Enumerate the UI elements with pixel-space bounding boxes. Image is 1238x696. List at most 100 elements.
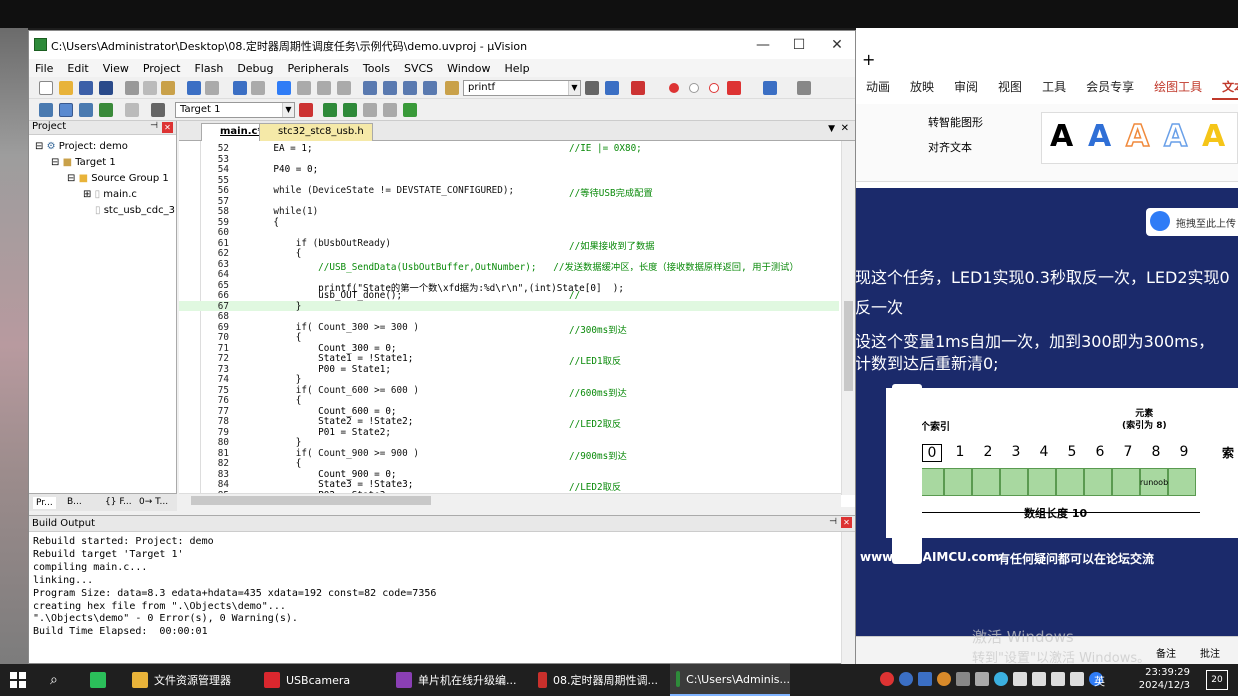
close-panel-icon[interactable]: ✕ — [841, 517, 852, 528]
text-style-gallery[interactable]: A A A A A — [1041, 112, 1238, 164]
close-button[interactable]: ✕ — [819, 33, 855, 57]
code-line[interactable]: 68 — [179, 311, 839, 322]
pack-installer-icon[interactable] — [383, 103, 397, 117]
indent-icon[interactable] — [363, 81, 377, 95]
wps-tab[interactable]: 视图 — [988, 76, 1032, 100]
select-packs-icon[interactable] — [363, 103, 377, 117]
code-line[interactable]: 81 if( Count_900 >= 900 )//900ms到达 — [179, 448, 839, 462]
comments-button[interactable]: 批注 — [1200, 645, 1220, 660]
code-line[interactable]: 53 — [179, 154, 839, 165]
code-line[interactable]: 55 — [179, 175, 839, 186]
start-button[interactable] — [10, 664, 26, 696]
taskbar-item[interactable]: C:\Users\Adminis... — [670, 664, 790, 696]
breakpoint-icon[interactable] — [669, 83, 679, 93]
menu-file[interactable]: File — [35, 62, 53, 75]
chevron-down-icon[interactable]: ▼ — [282, 103, 294, 117]
save-icon[interactable] — [79, 81, 93, 95]
undo-icon[interactable] — [187, 81, 201, 95]
target-select[interactable]: Target 1 ▼ — [175, 102, 295, 118]
code-line[interactable]: 54 P40 = 0; — [179, 164, 839, 175]
open-folder-icon[interactable] — [59, 81, 73, 95]
code-line[interactable]: 72 State1 = !State1;//LED1取反 — [179, 353, 839, 367]
code-line[interactable]: 74 } — [179, 374, 839, 385]
tree-target[interactable]: ⊟ ■ Target 1 — [51, 157, 116, 168]
code-line[interactable]: 70 { — [179, 332, 839, 343]
pin-icon[interactable]: ⊣ — [150, 121, 158, 131]
wps-tab[interactable]: 绘图工具 — [1144, 76, 1212, 100]
code-line[interactable]: 60 — [179, 227, 839, 238]
tree-group[interactable]: ⊟ ■ Source Group 1 — [67, 173, 169, 184]
taskbar-item[interactable]: USBcamera — [258, 664, 378, 696]
prev-bookmark-icon[interactable] — [297, 81, 311, 95]
download-icon[interactable] — [151, 103, 165, 117]
find-icon[interactable] — [585, 81, 599, 95]
menu-debug[interactable]: Debug — [237, 62, 273, 75]
new-file-icon[interactable] — [39, 81, 53, 95]
maximize-button[interactable]: ☐ — [781, 33, 817, 57]
code-line[interactable]: 61 if (bUsbOutReady)//如果接收到了数据 — [179, 238, 839, 252]
code-line[interactable]: 84 State3 = !State3;//LED2取反 — [179, 479, 839, 493]
window-layout-icon[interactable] — [763, 81, 777, 95]
disable-breakpoint-icon[interactable] — [689, 83, 699, 93]
code-line[interactable]: 63 //USB_SendData(UsbOutBuffer,OutNumber… — [179, 259, 839, 273]
menu-tools[interactable]: Tools — [363, 62, 390, 75]
tab-list-icon[interactable]: ▼ — [828, 124, 835, 134]
tab-functions[interactable]: {} F... — [105, 497, 132, 507]
nav-back-icon[interactable] — [233, 81, 247, 95]
pin-icon[interactable]: ⊣ — [829, 517, 837, 527]
paste-icon[interactable] — [161, 81, 175, 95]
code-line[interactable]: 79 P01 = State2; — [179, 427, 839, 438]
menu-edit[interactable]: Edit — [67, 62, 88, 75]
tab-templates[interactable]: 0→ T... — [139, 497, 168, 507]
stop-build-icon[interactable] — [125, 103, 139, 117]
text-style-a-orange[interactable]: A — [1125, 118, 1150, 155]
redo-icon[interactable] — [205, 81, 219, 95]
align-text-button[interactable]: 对齐文本 — [928, 139, 972, 155]
taskbar-item[interactable]: 文件资源管理器 — [126, 664, 246, 696]
start-debug-icon[interactable] — [631, 81, 645, 95]
incremental-find-icon[interactable] — [605, 81, 619, 95]
add-tab-icon[interactable]: + — [862, 50, 875, 69]
close-panel-icon[interactable]: ✕ — [162, 122, 173, 133]
code-line[interactable]: 78 State2 = !State2;//LED2取反 — [179, 416, 839, 430]
wps-tab-active[interactable]: 文本工具 — [1212, 76, 1238, 100]
menu-flash[interactable]: Flash — [194, 62, 223, 75]
code-line[interactable]: 57 — [179, 196, 839, 207]
code-line[interactable]: 80 } — [179, 437, 839, 448]
nav-forward-icon[interactable] — [251, 81, 265, 95]
code-line[interactable]: 65 printf("State的第一个数\xfd据为:%d\r\n",(int… — [179, 280, 839, 294]
tab-books[interactable]: B... — [67, 497, 82, 507]
wps-tab[interactable]: 动画 — [856, 76, 900, 100]
code-line[interactable]: 64 — [179, 269, 839, 280]
taskbar-pinned-app[interactable] — [90, 664, 112, 696]
input-language[interactable]: 英 — [1094, 673, 1105, 689]
code-line[interactable]: 73 P00 = State1; — [179, 364, 839, 375]
code-line[interactable]: 62 { — [179, 248, 839, 259]
chevron-down-icon[interactable]: ▼ — [568, 81, 580, 95]
menu-view[interactable]: View — [103, 62, 129, 75]
code-line[interactable]: 56 while (DeviceState != DEVSTATE_CONFIG… — [179, 185, 839, 199]
wps-tab[interactable]: 审阅 — [944, 76, 988, 100]
text-style-a-black[interactable]: A — [1050, 119, 1073, 154]
build-icon[interactable] — [59, 103, 73, 117]
text-style-a-outline[interactable]: A — [1163, 118, 1188, 155]
smart-art-button[interactable]: 转智能图形 — [928, 114, 983, 130]
scroll-thumb[interactable] — [191, 496, 431, 505]
code-line[interactable]: 75 if( Count_600 >= 600 )//600ms到达 — [179, 385, 839, 399]
bookmark-icon[interactable] — [277, 81, 291, 95]
copy-icon[interactable] — [143, 81, 157, 95]
clear-bookmarks-icon[interactable] — [337, 81, 351, 95]
tree-file-main[interactable]: ⊞ ▯ main.c — [83, 189, 137, 200]
save-all-icon[interactable] — [99, 81, 113, 95]
notification-center-icon[interactable]: 20 — [1206, 670, 1228, 690]
target-options-icon[interactable] — [299, 103, 313, 117]
menu-window[interactable]: Window — [447, 62, 490, 75]
next-bookmark-icon[interactable] — [317, 81, 331, 95]
wps-tab[interactable]: 放映 — [900, 76, 944, 100]
find-combo[interactable]: printf ▼ — [463, 80, 581, 96]
uncomment-icon[interactable] — [423, 81, 437, 95]
text-style-a-blue[interactable]: A — [1088, 119, 1111, 154]
code-editor[interactable]: 52 EA = 1;//IE |= 0X80; 53 54 P40 = 0; 55 56… — [179, 141, 855, 507]
minimize-button[interactable]: — — [745, 33, 781, 57]
tree-root[interactable]: ⊟ ⚙ Project: demo — [35, 141, 128, 152]
